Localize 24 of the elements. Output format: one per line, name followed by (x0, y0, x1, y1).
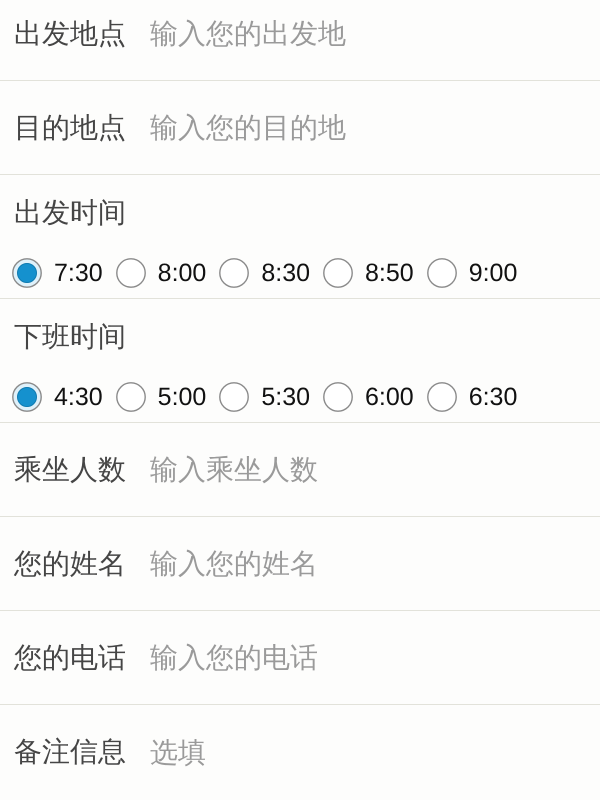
input-field[interactable]: 输入您的电话 (150, 638, 586, 678)
field-label: 出发地点 (14, 16, 126, 52)
radio-option[interactable]: 6:00 (323, 382, 414, 412)
field-label: 您的姓名 (14, 546, 126, 582)
radio-option[interactable]: 8:50 (323, 258, 414, 288)
field-label: 备注信息 (14, 734, 126, 770)
radio-option[interactable]: 6:30 (426, 382, 518, 412)
input-field[interactable]: 输入您的出发地 (150, 14, 586, 54)
input-field[interactable]: 输入您的姓名 (150, 544, 586, 584)
field-label: 您的电话 (14, 640, 126, 676)
field-label: 出发时间 (14, 195, 126, 231)
radio-option[interactable]: 4:30 (12, 382, 103, 412)
field-label: 目的地点 (14, 110, 126, 146)
input-field[interactable]: 输入乘坐人数 (150, 450, 586, 490)
radio-option[interactable]: 5:00 (116, 382, 206, 412)
radio-option[interactable]: 8:00 (116, 258, 206, 288)
radio-option[interactable]: 9:00 (426, 258, 518, 288)
radio-option[interactable]: 5:30 (219, 382, 310, 412)
field-label: 乘坐人数 (14, 452, 126, 488)
radio-option[interactable]: 8:30 (219, 258, 310, 288)
radio-option[interactable]: 7:30 (12, 258, 103, 288)
field-label: 下班时间 (14, 319, 126, 355)
input-field[interactable]: 选填 (150, 732, 586, 772)
input-field[interactable]: 输入您的目的地 (150, 108, 586, 148)
